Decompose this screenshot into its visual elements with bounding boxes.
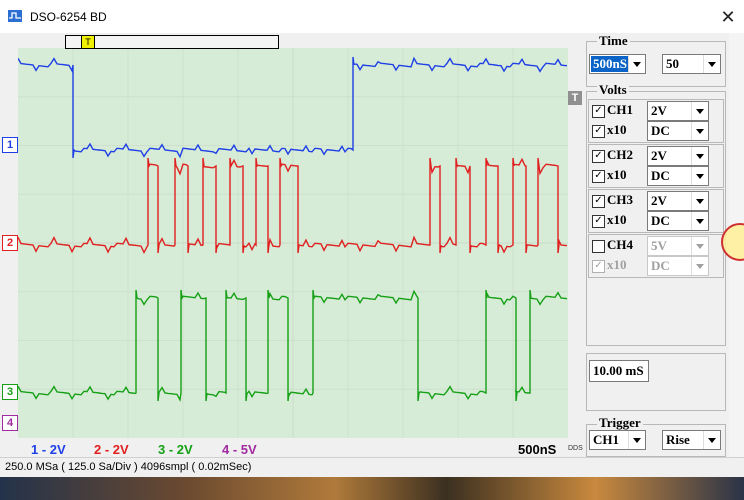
chevron-down-icon [691, 102, 708, 120]
chevron-down-icon [691, 257, 708, 275]
ch2-volts-select[interactable]: 2V [647, 146, 709, 166]
time-group-label: Time [597, 33, 630, 49]
ch1-label: CH1 [607, 102, 633, 117]
ch4-legend: 4 - 5V [222, 442, 257, 457]
ch1-probe-label: x10 [607, 122, 627, 137]
ch3-probe-label: x10 [607, 212, 627, 227]
ch1-coupling-select[interactable]: DC [647, 121, 709, 141]
trigger-edge-select[interactable]: Rise [662, 430, 721, 450]
trigger-level-marker[interactable]: T [568, 91, 582, 105]
ch3-enable-checkbox[interactable]: ✓ [592, 195, 605, 208]
chevron-down-icon [703, 431, 720, 449]
chevron-down-icon [691, 147, 708, 165]
chevron-down-icon [703, 55, 720, 73]
chevron-down-icon [628, 55, 645, 73]
ch4-probe-checkbox[interactable]: ✓ [592, 260, 605, 273]
ch2-legend: 2 - 2V [94, 442, 129, 457]
ch2-marker[interactable]: 2 [2, 235, 18, 251]
app-icon [8, 10, 22, 22]
control-panel: Time 500nS 50 Volts ✓ CH1 2V ✓ x10 DC ✓ … [585, 33, 729, 457]
chevron-down-icon [691, 192, 708, 210]
trigger-position-bar[interactable]: T [65, 35, 279, 49]
window-title: DSO-6254 BD [30, 10, 107, 24]
ch2-probe-checkbox[interactable]: ✓ [592, 170, 605, 183]
record-length-field[interactable]: 10.00 mS [589, 360, 649, 382]
timebase-readout: 500nS [518, 442, 557, 457]
ch3-volts-select[interactable]: 2V [647, 191, 709, 211]
ch1-volts-select[interactable]: 2V [647, 101, 709, 121]
ch1-probe-checkbox[interactable]: ✓ [592, 125, 605, 138]
ch1-legend: 1 - 2V [31, 442, 66, 457]
trigger-group-label: Trigger [597, 415, 643, 431]
ch4-marker[interactable]: 4 [2, 415, 18, 431]
close-button[interactable]: ✕ [712, 3, 744, 31]
ch3-probe-checkbox[interactable]: ✓ [592, 215, 605, 228]
ch4-coupling-select[interactable]: DC [647, 256, 709, 276]
ch3-coupling-select[interactable]: DC [647, 211, 709, 231]
ch1-enable-checkbox[interactable]: ✓ [592, 105, 605, 118]
ch3-marker[interactable]: 3 [2, 384, 18, 400]
ch2-label: CH2 [607, 147, 633, 162]
ch1-marker[interactable]: 1 [2, 137, 18, 153]
dds-label: DDS [568, 445, 583, 452]
ch4-probe-label: x10 [607, 257, 627, 272]
oscilloscope-window: DSO-6254 BD ✕ T T 1 2 3 4 1 - 2V 2 - 2V … [0, 0, 744, 477]
ch4-volts-select[interactable]: 5V [647, 236, 709, 256]
trigger-position-marker[interactable]: T [81, 35, 95, 49]
chevron-down-icon [691, 237, 708, 255]
chevron-down-icon [691, 212, 708, 230]
chevron-down-icon [628, 431, 645, 449]
time-position-select[interactable]: 50 [662, 54, 721, 74]
chevron-down-icon [691, 167, 708, 185]
ch2-probe-label: x10 [607, 167, 627, 182]
ch2-enable-checkbox[interactable]: ✓ [592, 150, 605, 163]
ch2-coupling-select[interactable]: DC [647, 166, 709, 186]
ch3-legend: 3 - 2V [158, 442, 193, 457]
desktop-background [0, 474, 744, 500]
status-bar: 250.0 MSa ( 125.0 Sa/Div ) 4096smpl ( 0.… [0, 457, 744, 477]
ch4-label: CH4 [607, 237, 633, 252]
ch3-label: CH3 [607, 192, 633, 207]
timebase-select[interactable]: 500nS [589, 54, 646, 74]
chevron-down-icon [691, 122, 708, 140]
status-text: 250.0 MSa ( 125.0 Sa/Div ) 4096smpl ( 0.… [5, 461, 252, 473]
volts-group-label: Volts [597, 82, 629, 98]
ch4-enable-checkbox[interactable] [592, 240, 605, 253]
title-bar: DSO-6254 BD ✕ [0, 0, 744, 33]
trigger-source-select[interactable]: CH1 [589, 430, 646, 450]
waveform-plot [18, 48, 568, 438]
